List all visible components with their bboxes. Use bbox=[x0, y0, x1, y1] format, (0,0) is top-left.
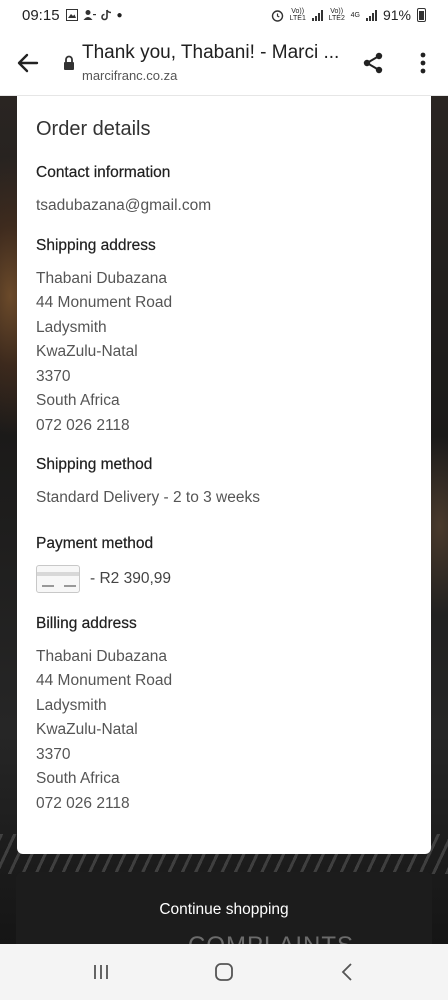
battery-percent: 91% bbox=[382, 7, 411, 23]
credit-card-icon bbox=[36, 564, 80, 593]
gallery-icon bbox=[65, 9, 78, 21]
page-title: Thank you, Thabani! - Marci ... bbox=[82, 42, 340, 63]
payment-row: - R2 390,99 bbox=[36, 564, 412, 593]
shipping-postal-code: 3370 bbox=[36, 367, 71, 385]
shipping-address-section: Shipping address Thabani Dubazana 44 Mon… bbox=[36, 236, 412, 439]
shipping-method-value: Standard Delivery - 2 to 3 weeks bbox=[36, 489, 260, 506]
alarm-icon bbox=[271, 9, 283, 22]
contact-email: tsadubazana@gmail.com bbox=[36, 197, 212, 214]
billing-address-section: Billing address Thabani Dubazana 44 Monu… bbox=[36, 614, 412, 817]
billing-country: South Africa bbox=[36, 770, 120, 787]
shipping-method-section: Shipping method Standard Delivery - 2 to… bbox=[36, 456, 412, 511]
tiktok-icon bbox=[100, 9, 111, 21]
order-details-heading: Order details bbox=[36, 118, 151, 140]
page-domain: marcifranc.co.za bbox=[82, 68, 178, 83]
shipping-phone: 072 026 2118 bbox=[36, 416, 130, 434]
shipping-country: South Africa bbox=[36, 392, 120, 409]
contact-title: Contact information bbox=[36, 164, 171, 181]
billing-name: Thabani Dubazana bbox=[36, 647, 167, 665]
sim2-label: Vo)) LTE2 bbox=[328, 8, 345, 22]
browser-toolbar: Thank you, Thabani! - Marci ... marcifra… bbox=[0, 30, 448, 96]
share-button[interactable] bbox=[348, 35, 398, 91]
recents-icon bbox=[94, 965, 109, 979]
payment-method-title: Payment method bbox=[36, 534, 154, 552]
overflow-menu-button[interactable] bbox=[398, 35, 448, 91]
shipping-street: 44 Monument Road bbox=[36, 294, 173, 311]
system-back-button[interactable] bbox=[317, 944, 377, 1000]
contact-icon bbox=[83, 10, 96, 20]
shipping-name: Thabani Dubazana bbox=[36, 269, 167, 287]
shipping-method-title: Shipping method bbox=[36, 456, 153, 473]
system-navigation-bar bbox=[0, 944, 448, 1000]
network-type: 4G bbox=[350, 11, 360, 19]
shipping-province: KwaZulu-Natal bbox=[36, 343, 138, 360]
signal-1-icon bbox=[311, 9, 323, 21]
sim1-label: Vo)) LTE1 bbox=[289, 8, 306, 22]
contact-section: Contact information tsadubazana@gmail.co… bbox=[36, 164, 412, 219]
billing-province: KwaZulu-Natal bbox=[36, 721, 138, 738]
share-icon bbox=[363, 52, 383, 73]
payment-amount: - R2 390,99 bbox=[90, 569, 171, 587]
home-icon bbox=[215, 963, 233, 981]
lock-icon[interactable] bbox=[56, 55, 82, 71]
notification-icons: ● bbox=[65, 9, 123, 21]
more-notifications-dot-icon: ● bbox=[116, 9, 123, 21]
shipping-city: Ladysmith bbox=[36, 318, 107, 336]
billing-phone: 072 026 2118 bbox=[36, 794, 130, 812]
status-bar: 09:15 ● Vo)) LTE1 Vo)) LTE2 4G 91% bbox=[0, 0, 448, 30]
billing-postal-code: 3370 bbox=[36, 745, 71, 763]
back-button[interactable] bbox=[0, 35, 56, 91]
url-bar[interactable]: Thank you, Thabani! - Marci ... marcifra… bbox=[82, 42, 348, 83]
arrow-left-icon bbox=[17, 53, 39, 72]
signal-2-icon bbox=[365, 9, 377, 21]
shipping-address-title: Shipping address bbox=[36, 236, 156, 254]
clock: 09:15 bbox=[22, 6, 60, 24]
system-status-icons: Vo)) LTE1 Vo)) LTE2 4G 91% bbox=[271, 7, 426, 23]
payment-method-section: Payment method - R2 390,99 bbox=[36, 534, 412, 593]
battery-icon bbox=[417, 8, 426, 22]
billing-street: 44 Monument Road bbox=[36, 672, 173, 689]
recent-apps-button[interactable] bbox=[71, 944, 131, 1000]
billing-city: Ladysmith bbox=[36, 696, 107, 714]
kebab-menu-icon bbox=[420, 52, 426, 73]
billing-address-title: Billing address bbox=[36, 614, 137, 632]
chevron-left-icon bbox=[341, 963, 352, 981]
home-button[interactable] bbox=[194, 944, 254, 1000]
continue-shopping-label: Continue shopping bbox=[159, 900, 289, 918]
order-details-card: Order details Contact information tsadub… bbox=[17, 96, 431, 854]
